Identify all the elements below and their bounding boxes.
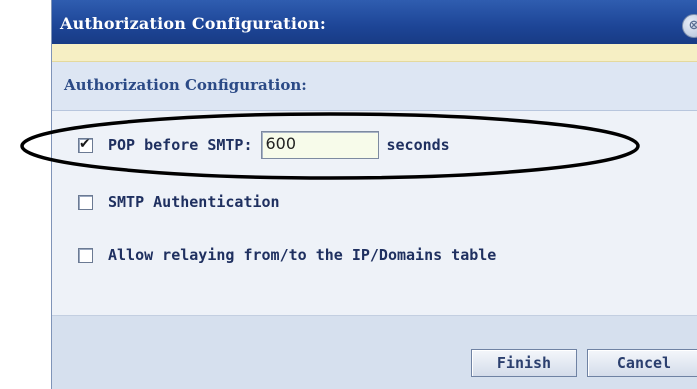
- options-panel: ✔ POP before SMTP: seconds SMTP Authenti…: [52, 111, 697, 315]
- close-icon[interactable]: ⊗: [682, 14, 697, 38]
- finish-button[interactable]: Finish: [471, 349, 577, 377]
- option-pop-before-smtp: ✔ POP before SMTP: seconds: [78, 131, 450, 159]
- smtp-authentication-label: SMTP Authentication: [108, 193, 280, 211]
- pop-before-smtp-checkbox[interactable]: ✔: [78, 135, 93, 153]
- authorization-config-dialog: Authorization Configuration: ⊗ Authoriza…: [51, 0, 697, 389]
- pop-before-smtp-label: POP before SMTP:: [108, 136, 253, 154]
- info-strip: [52, 44, 697, 62]
- option-smtp-authentication: SMTP Authentication: [78, 191, 280, 213]
- checkmark-icon: ✔: [79, 135, 91, 152]
- cancel-button[interactable]: Cancel: [587, 349, 697, 377]
- seconds-label: seconds: [386, 136, 450, 154]
- dialog-footer: Finish Cancel: [52, 315, 697, 389]
- title-bar: Authorization Configuration: ⊗: [52, 0, 697, 44]
- allow-relaying-checkbox[interactable]: [78, 247, 93, 263]
- smtp-authentication-checkbox[interactable]: [78, 194, 93, 210]
- section-header: Authorization Configuration:: [52, 62, 697, 111]
- pop-before-smtp-seconds-input[interactable]: [260, 131, 379, 159]
- dialog-title: Authorization Configuration:: [60, 14, 326, 33]
- option-allow-relaying: Allow relaying from/to the IP/Domains ta…: [78, 244, 496, 266]
- section-title: Authorization Configuration:: [64, 76, 307, 94]
- allow-relaying-label: Allow relaying from/to the IP/Domains ta…: [108, 246, 497, 264]
